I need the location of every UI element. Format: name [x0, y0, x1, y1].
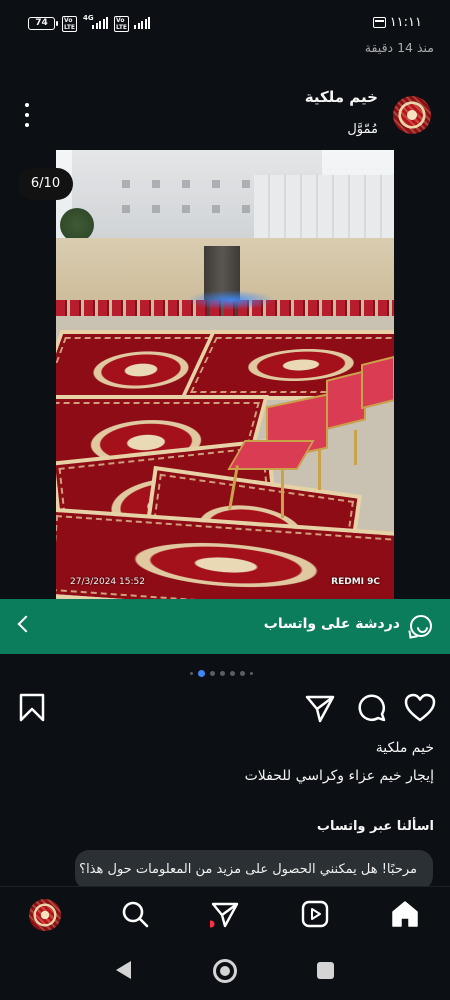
image-counter: 6/10 — [18, 168, 73, 200]
chevron-left-icon — [17, 615, 35, 633]
heart-icon[interactable] — [404, 692, 436, 724]
search-icon[interactable] — [120, 899, 150, 929]
post-username[interactable]: خيم ملكية — [305, 88, 378, 106]
carousel-dot-active — [198, 670, 205, 677]
carousel-dot — [210, 671, 215, 676]
chair — [326, 370, 366, 430]
bottom-nav — [0, 886, 450, 942]
recent-apps-icon[interactable] — [317, 962, 334, 979]
caption-text: إيجار خيم عزاء وكراسي للحفلات — [244, 768, 434, 784]
send-icon[interactable] — [304, 692, 336, 724]
carousel-dot — [240, 671, 245, 676]
reels-icon[interactable] — [300, 899, 330, 929]
home-icon[interactable] — [390, 899, 420, 929]
status-bar: 74 Vo LTE 4G Vo LTE ١١:١١ — [0, 0, 450, 44]
signal-icon — [92, 16, 108, 29]
bookmark-icon[interactable] — [16, 691, 48, 723]
more-vertical-icon[interactable] — [21, 103, 33, 127]
system-nav-bar — [0, 942, 450, 1000]
whatsapp-icon — [410, 615, 432, 637]
profile-avatar[interactable] — [29, 899, 61, 931]
carousel-dot — [190, 672, 193, 675]
caption-username[interactable]: خيم ملكية — [376, 740, 434, 756]
volte-icon-2: Vo LTE — [114, 16, 130, 32]
home-button-icon[interactable] — [213, 959, 237, 983]
photo-timestamp: 27/3/2024 15:52 — [70, 577, 145, 587]
clock-time: ١١:١١ — [389, 15, 422, 30]
send-icon[interactable] — [210, 899, 240, 929]
ask-whatsapp-title: اسألنا عبر واتساب — [316, 819, 434, 834]
carousel-dot — [230, 671, 235, 676]
battery-icon: 74 — [28, 17, 58, 30]
tree — [60, 208, 94, 242]
sponsored-label: مُمّوَّل — [347, 122, 378, 137]
volte-icon: Vo LTE — [62, 16, 78, 32]
post-time-ago: منذ 14 دقيقة — [364, 40, 434, 55]
whatsapp-chat-label: دردشة على واتساب — [263, 616, 400, 632]
post-image[interactable]: 27/3/2024 15:52 REDMI 9C — [56, 150, 394, 599]
photo-camera-watermark: REDMI 9C — [331, 577, 380, 587]
carousel-dot — [250, 672, 253, 675]
carousel-dot — [220, 671, 225, 676]
signal-icon-2 — [134, 16, 150, 29]
whatsapp-chat-bar[interactable]: دردشة على واتساب — [0, 599, 450, 654]
carousel-indicator — [190, 670, 253, 677]
whatsapp-message-bubble[interactable]: مرحبًا! هل يمكنني الحصول على مزيد من الم… — [75, 850, 433, 890]
back-icon[interactable] — [116, 961, 131, 979]
user-avatar[interactable] — [393, 96, 431, 134]
comment-icon[interactable] — [355, 692, 387, 724]
chair — [361, 355, 394, 410]
screen-icon — [373, 17, 386, 28]
